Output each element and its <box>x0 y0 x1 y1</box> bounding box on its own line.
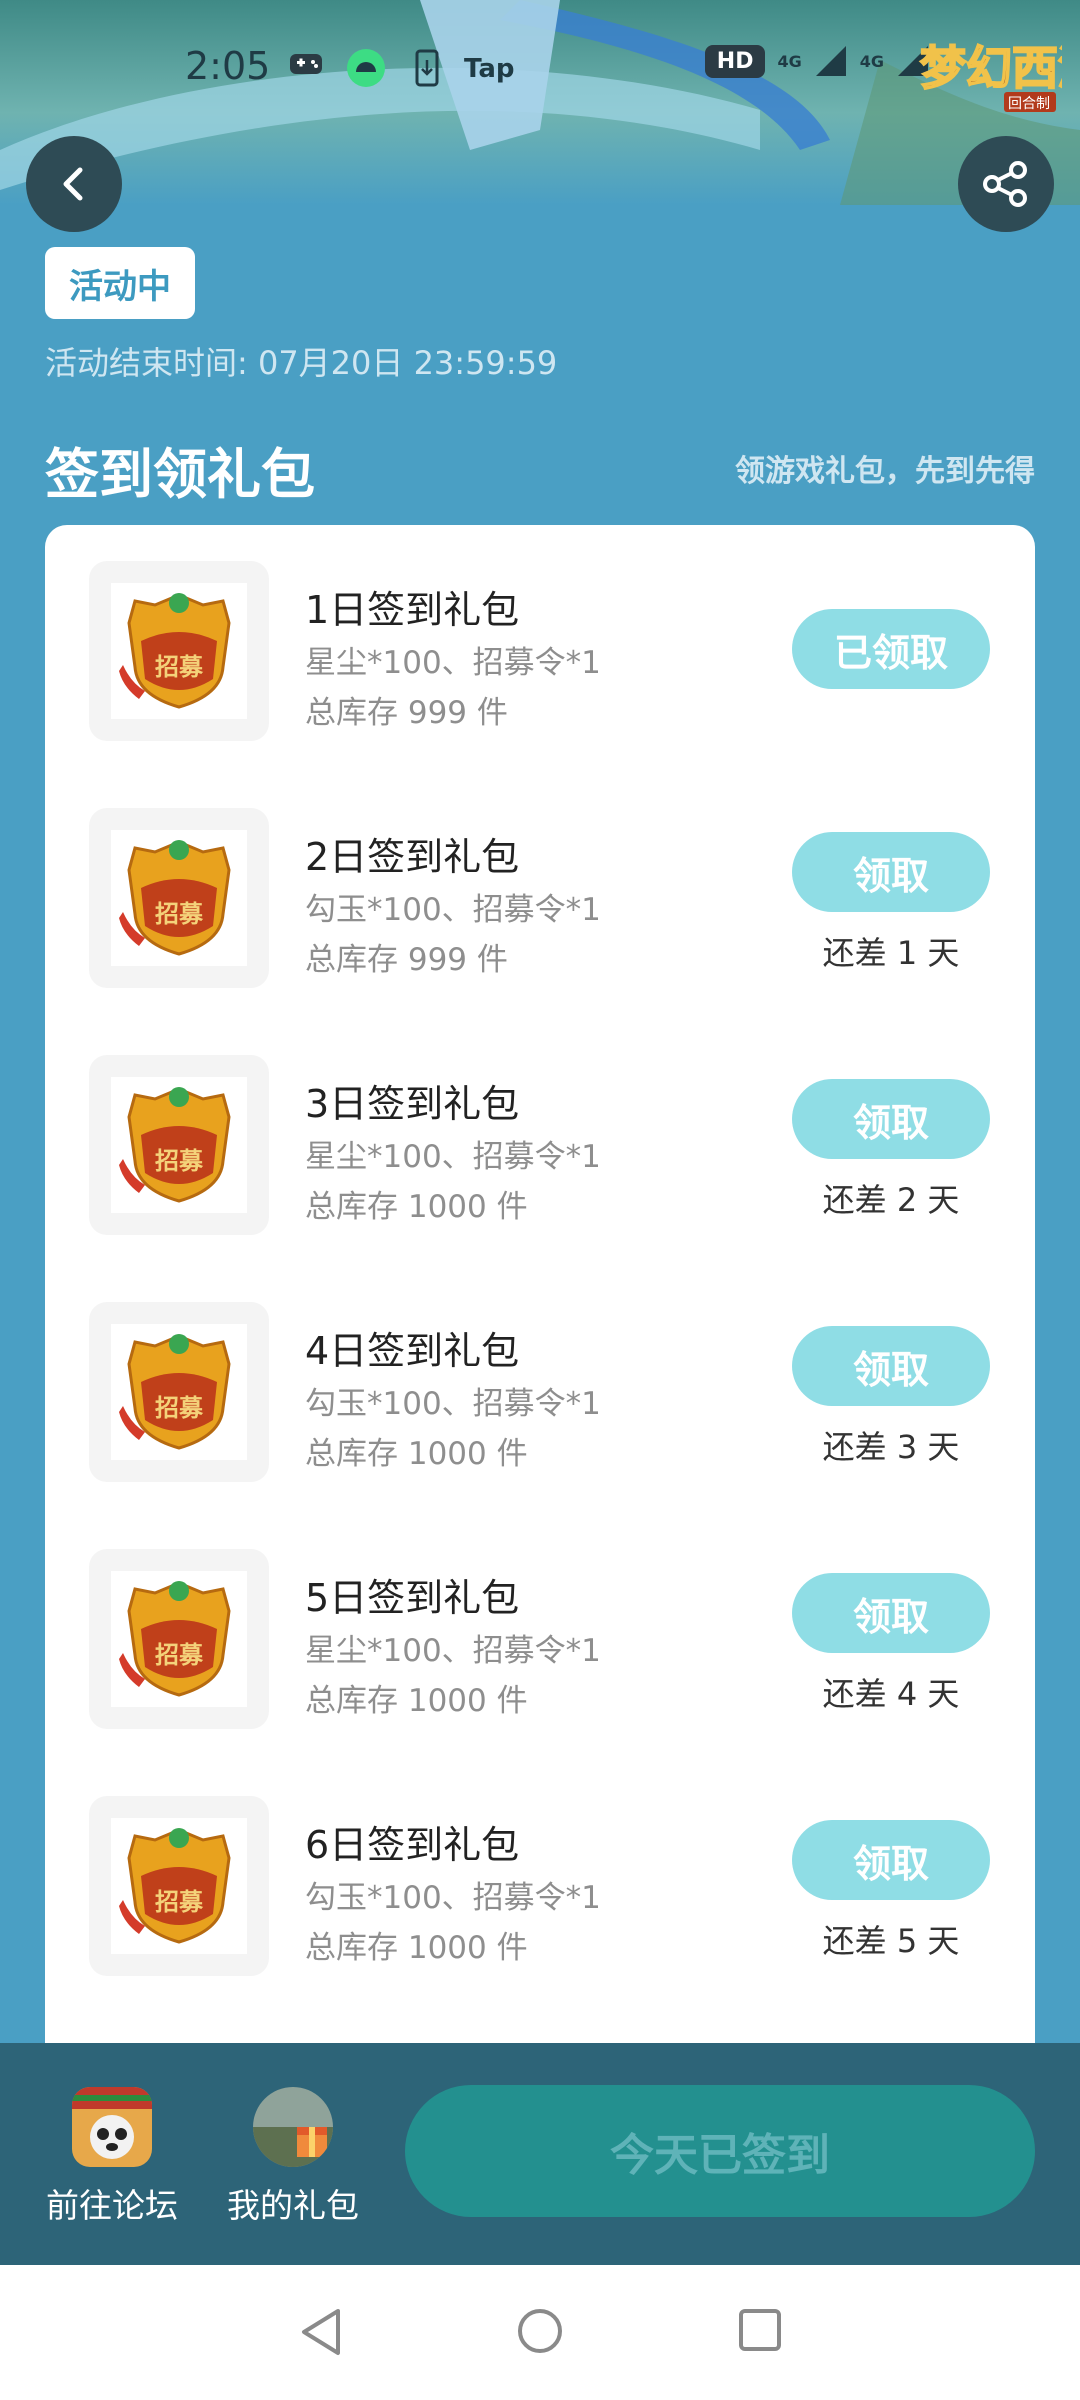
package-title: 1日签到礼包 <box>305 588 520 632</box>
days-remaining: 还差 4 天 <box>822 1675 960 1713</box>
game-logo-sub: 回合制 <box>1008 96 1050 112</box>
recruit-token-icon: 招募 <box>111 1324 247 1460</box>
signed-in-today-button[interactable]: 今天已签到 <box>405 2085 1035 2217</box>
status-indicators: HD 4G 4G <box>704 44 930 78</box>
back-button[interactable] <box>26 136 122 232</box>
activity-status-tag: 活动中 <box>45 247 195 319</box>
package-badge-text: 招募 <box>155 1146 204 1175</box>
package-row: 招募 4日签到礼包 勾玉*100、招募令*1 总库存 1000 件 领取 还差 … <box>45 1266 1035 1513</box>
package-thumbnail: 招募 <box>89 1302 269 1482</box>
recruit-token-icon: 招募 <box>111 830 247 966</box>
package-stock: 总库存 1000 件 <box>305 1189 528 1225</box>
status-bar: 2:05 Tap HD 4G 4G 梦幻西游 回合制 <box>0 0 1080 130</box>
game-logo-text: 梦幻西游 <box>920 41 1062 95</box>
package-rewards: 勾玉*100、招募令*1 <box>305 892 601 928</box>
my-gifts-icon <box>253 2087 333 2167</box>
game-logo: 梦幻西游 回合制 <box>912 18 1080 118</box>
package-title: 5日签到礼包 <box>305 1576 520 1620</box>
package-title: 3日签到礼包 <box>305 1082 520 1126</box>
package-row: 招募 5日签到礼包 星尘*100、招募令*1 总库存 1000 件 领取 还差 … <box>45 1513 1035 1760</box>
section-title: 签到领礼包 <box>45 443 315 506</box>
nav-recents-icon[interactable] <box>737 2307 783 2353</box>
recruit-token-icon: 招募 <box>111 1818 247 1954</box>
forum-icon <box>72 2087 152 2167</box>
package-thumbnail: 招募 <box>89 1055 269 1235</box>
nav-back-icon[interactable] <box>298 2307 344 2357</box>
recruit-token-icon: 招募 <box>111 583 247 719</box>
forum-button[interactable]: 前往论坛 <box>37 2087 187 2227</box>
claim-button[interactable]: 领取 <box>792 1820 990 1900</box>
network-label: 4G <box>777 51 802 71</box>
recruit-token-icon: 招募 <box>111 1571 247 1707</box>
package-row: 招募 3日签到礼包 星尘*100、招募令*1 总库存 1000 件 领取 还差 … <box>45 1019 1035 1266</box>
days-remaining: 还差 3 天 <box>822 1428 960 1466</box>
package-rewards: 星尘*100、招募令*1 <box>305 1139 601 1175</box>
recruit-token-icon: 招募 <box>111 1077 247 1213</box>
days-remaining: 还差 5 天 <box>822 1922 960 1960</box>
package-stock: 总库存 999 件 <box>305 942 508 978</box>
package-rewards: 勾玉*100、招募令*1 <box>305 1880 601 1916</box>
activity-end-time: 活动结束时间: 07月20日 23:59:59 <box>45 344 558 382</box>
phone-icon <box>415 49 439 87</box>
claimed-button[interactable]: 已领取 <box>792 609 990 689</box>
package-rewards: 星尘*100、招募令*1 <box>305 1633 601 1669</box>
package-thumbnail: 招募 <box>89 808 269 988</box>
package-badge-text: 招募 <box>155 899 204 928</box>
tap-label: Tap <box>464 54 515 84</box>
android-icon <box>347 49 385 87</box>
package-thumbnail: 招募 <box>89 561 269 741</box>
network-label: 4G <box>859 51 884 71</box>
package-rewards: 星尘*100、招募令*1 <box>305 645 601 681</box>
claim-button[interactable]: 领取 <box>792 832 990 912</box>
chevron-left-icon <box>63 167 83 201</box>
package-title: 4日签到礼包 <box>305 1329 520 1373</box>
package-stock: 总库存 1000 件 <box>305 1930 528 1966</box>
package-badge-text: 招募 <box>155 1887 204 1916</box>
bottom-action-bar: 前往论坛 我的礼包 今天已签到 <box>0 2043 1080 2265</box>
package-badge-text: 招募 <box>155 1393 204 1422</box>
nav-home-icon[interactable] <box>516 2307 564 2355</box>
my-gifts-button[interactable]: 我的礼包 <box>218 2087 368 2227</box>
system-navigation-bar <box>0 2265 1080 2400</box>
package-row: 招募 1日签到礼包 星尘*100、招募令*1 总库存 999 件 已领取 <box>45 525 1035 772</box>
share-icon <box>983 161 1027 207</box>
claim-button[interactable]: 领取 <box>792 1326 990 1406</box>
forum-label: 前往论坛 <box>46 2186 178 2225</box>
share-button[interactable] <box>958 136 1054 232</box>
package-badge-text: 招募 <box>155 1640 204 1669</box>
package-thumbnail: 招募 <box>89 1549 269 1729</box>
gamepad-icon <box>290 54 322 74</box>
days-remaining: 还差 2 天 <box>822 1181 960 1219</box>
hd-badge: HD <box>704 44 766 78</box>
package-stock: 总库存 999 件 <box>305 695 508 731</box>
claim-button[interactable]: 领取 <box>792 1573 990 1653</box>
package-stock: 总库存 1000 件 <box>305 1683 528 1719</box>
my-gifts-label: 我的礼包 <box>227 2186 359 2225</box>
package-title: 6日签到礼包 <box>305 1823 520 1867</box>
package-row: 招募 6日签到礼包 勾玉*100、招募令*1 总库存 1000 件 领取 还差 … <box>45 1760 1035 2007</box>
claim-button[interactable]: 领取 <box>792 1079 990 1159</box>
package-rewards: 勾玉*100、招募令*1 <box>305 1386 601 1422</box>
package-thumbnail: 招募 <box>89 1796 269 1976</box>
days-remaining: 还差 1 天 <box>822 934 960 972</box>
package-title: 2日签到礼包 <box>305 835 520 879</box>
section-subtitle: 领游戏礼包，先到先得 <box>735 454 1035 489</box>
package-row: 招募 2日签到礼包 勾玉*100、招募令*1 总库存 999 件 领取 还差 1… <box>45 772 1035 1019</box>
package-stock: 总库存 1000 件 <box>305 1436 528 1472</box>
status-time: 2:05 <box>185 44 271 88</box>
package-badge-text: 招募 <box>155 652 204 681</box>
package-list: 招募 1日签到礼包 星尘*100、招募令*1 总库存 999 件 已领取 招募 … <box>45 525 1035 2045</box>
signal-icon <box>815 46 846 76</box>
